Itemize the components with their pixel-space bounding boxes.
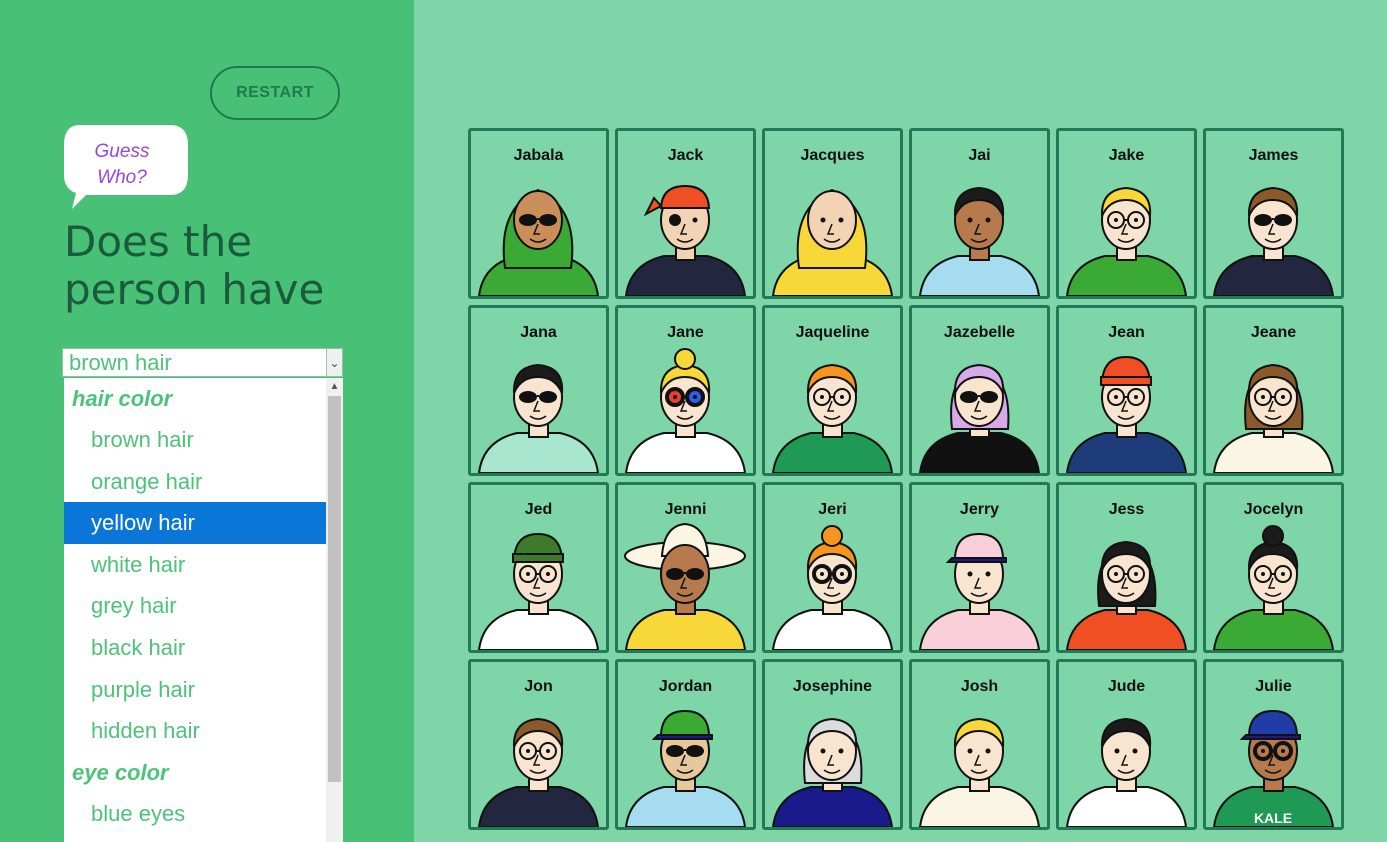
character-card[interactable]: Jacques	[762, 128, 903, 299]
character-portrait	[771, 363, 894, 473]
trait-select-value: brown hair	[69, 350, 172, 375]
character-name: Jean	[1108, 324, 1145, 341]
character-card[interactable]: Jabala	[468, 128, 609, 299]
character-card[interactable]: Jordan	[615, 659, 756, 830]
dropdown-scrollbar[interactable]: ▲	[326, 378, 343, 842]
option-blue-eyes[interactable]: blue eyes	[64, 793, 326, 835]
character-name: Jai	[968, 147, 991, 164]
character-card[interactable]: Jai	[909, 128, 1050, 299]
character-card[interactable]: Jana	[468, 305, 609, 476]
character-card[interactable]: Jake	[1056, 128, 1197, 299]
character-portrait	[477, 532, 600, 650]
option-hidden-hair[interactable]: hidden hair	[64, 710, 326, 752]
character-portrait	[1065, 540, 1188, 650]
character-name: Jed	[524, 501, 553, 518]
option-grey-hair[interactable]: grey hair	[64, 585, 326, 627]
character-name: Jaqueline	[795, 324, 870, 341]
character-portrait: KALE	[1212, 709, 1335, 827]
logo-line-1: Guess	[94, 141, 150, 162]
option-purple-hair[interactable]: purple hair	[64, 669, 326, 711]
character-portrait	[918, 186, 1041, 296]
option-brown-hair[interactable]: brown hair	[64, 419, 326, 461]
character-card[interactable]: Jaqueline	[762, 305, 903, 476]
character-card[interactable]: Jane	[615, 305, 756, 476]
guess-who-logo: Guess Who?	[62, 123, 192, 213]
character-portrait	[1065, 186, 1188, 296]
character-name: Jude	[1107, 678, 1146, 695]
option-orange-hair[interactable]: orange hair	[64, 461, 326, 503]
character-name: Jeri	[818, 501, 847, 518]
character-name: Jess	[1108, 501, 1145, 518]
sidebar: RESTART Guess Who? Does the person have …	[0, 0, 414, 842]
character-portrait	[624, 522, 747, 650]
character-name: Jocelyn	[1243, 501, 1304, 518]
character-card[interactable]: Julie KALE	[1203, 659, 1344, 830]
dropdown-options: hair color brown hair orange hair yellow ha…	[64, 378, 326, 834]
trait-select[interactable]: brown hair ⌄	[62, 348, 343, 377]
character-name: Jabala	[513, 147, 564, 164]
character-portrait	[918, 532, 1041, 650]
character-name: Jeane	[1250, 324, 1297, 341]
option-black-hair[interactable]: black hair	[64, 627, 326, 669]
character-name: Jane	[667, 324, 704, 341]
shirt-text: KALE	[1254, 810, 1292, 826]
character-name: Jerry	[959, 501, 1000, 518]
logo-line-2: Who?	[97, 167, 147, 188]
character-name: Jazebelle	[943, 324, 1016, 341]
character-name: Jordan	[658, 678, 713, 695]
restart-button[interactable]: RESTART	[210, 66, 340, 120]
character-card[interactable]: Jocelyn	[1203, 482, 1344, 653]
character-portrait	[477, 363, 600, 473]
question-text: Does the person have	[64, 217, 325, 314]
scroll-up-icon[interactable]: ▲	[326, 378, 343, 395]
character-card[interactable]: Jon	[468, 659, 609, 830]
character-card[interactable]: Jerry	[909, 482, 1050, 653]
character-name: Josh	[960, 678, 999, 695]
character-card[interactable]: Jean	[1056, 305, 1197, 476]
character-name: Jack	[667, 147, 704, 164]
character-portrait	[771, 717, 894, 827]
character-card[interactable]: Jude	[1056, 659, 1197, 830]
character-card[interactable]: Josh	[909, 659, 1050, 830]
character-portrait	[771, 525, 894, 650]
character-portrait	[1212, 525, 1335, 650]
character-board: Jabala Jack Jacques Jai Jake James Jana Jane Jaq…	[468, 128, 1344, 830]
character-portrait	[1212, 186, 1335, 296]
character-card[interactable]: Jack	[615, 128, 756, 299]
character-card[interactable]: Jess	[1056, 482, 1197, 653]
character-card[interactable]: Jazebelle	[909, 305, 1050, 476]
trait-dropdown-list: hair color brown hair orange hair yellow ha…	[64, 378, 343, 842]
character-name: Jake	[1108, 147, 1145, 164]
character-card[interactable]: Jenni	[615, 482, 756, 653]
character-portrait	[624, 348, 747, 473]
option-yellow-hair[interactable]: yellow hair	[64, 502, 326, 544]
option-group-label: hair color	[72, 386, 173, 411]
character-name: Jacques	[800, 147, 865, 164]
character-portrait	[1065, 355, 1188, 473]
character-name: Josephine	[792, 678, 873, 695]
character-card[interactable]: James	[1203, 128, 1344, 299]
character-portrait	[918, 363, 1041, 473]
character-portrait	[1065, 717, 1188, 827]
character-portrait	[771, 188, 894, 296]
character-portrait	[477, 717, 600, 827]
character-name: Jenni	[664, 501, 707, 518]
scrollbar-thumb[interactable]	[328, 396, 341, 782]
character-portrait	[1212, 363, 1335, 473]
character-name: Julie	[1255, 678, 1292, 695]
character-name: James	[1248, 147, 1299, 164]
character-portrait	[624, 184, 747, 296]
character-card[interactable]: Jed	[468, 482, 609, 653]
chevron-down-icon[interactable]: ⌄	[326, 349, 342, 376]
character-name: Jana	[520, 324, 557, 341]
character-name: Jon	[524, 678, 553, 695]
character-portrait	[624, 709, 747, 827]
character-card[interactable]: Josephine	[762, 659, 903, 830]
character-portrait	[918, 717, 1041, 827]
option-group-label: eye color	[72, 759, 169, 785]
character-portrait	[477, 188, 600, 296]
character-card[interactable]: Jeane	[1203, 305, 1344, 476]
option-white-hair[interactable]: white hair	[64, 544, 326, 586]
character-card[interactable]: Jeri	[762, 482, 903, 653]
